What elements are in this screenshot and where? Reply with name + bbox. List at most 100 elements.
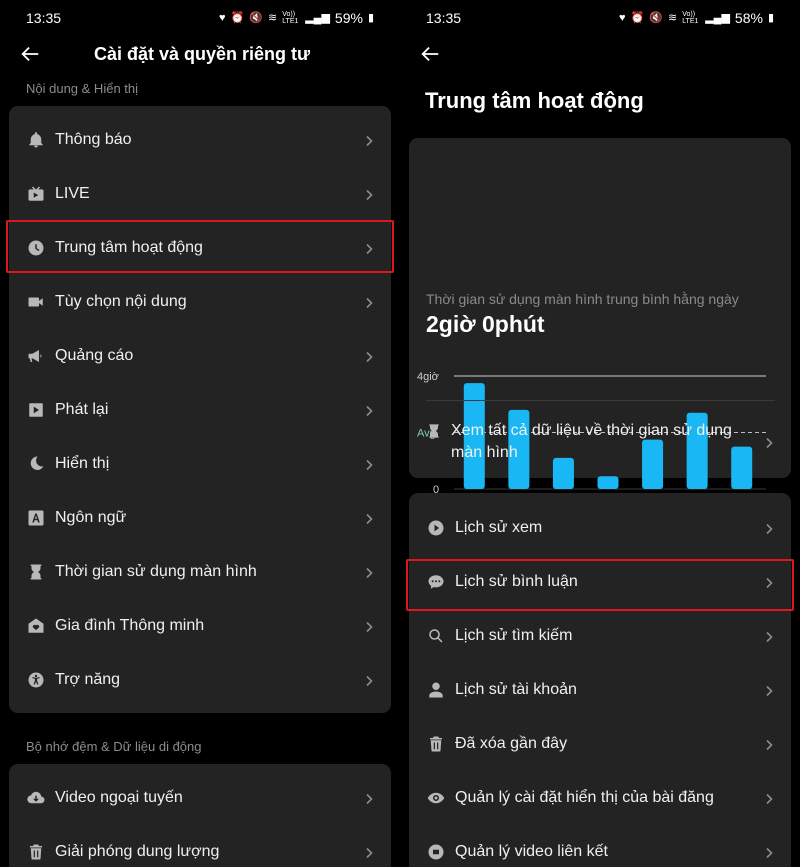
history-item-comments[interactable]: Lịch sử bình luận xyxy=(409,555,791,609)
settings-item-label: Tùy chọn nội dung xyxy=(55,293,187,310)
chevron-right-icon xyxy=(363,674,375,687)
status-icons: ♥ ⏰ 🔇 ≋ Vo)) LTE1 ▂▄▆ 58% ▮ xyxy=(619,10,774,26)
history-item-watch[interactable]: Lịch sử xem xyxy=(409,501,791,555)
settings-item-free-up-space[interactable]: Giải phóng dung lượng xyxy=(9,825,391,867)
settings-item-label: Ngôn ngữ xyxy=(55,509,127,526)
settings-privacy-screen: 13:35 ♥ ⏰ 🔇 ≋ Vo)) LTE1 ▂▄▆ 59% ▮ Cài đặ… xyxy=(0,0,400,867)
status-bar: 13:35 ♥ ⏰ 🔇 ≋ Vo)) LTE1 ▂▄▆ 58% ▮ xyxy=(400,0,800,36)
arrow-left-icon xyxy=(421,46,439,62)
settings-item-label: LIVE xyxy=(55,185,90,202)
storage-card: Video ngoại tuyến Giải phóng dung lượng xyxy=(9,764,391,867)
status-icons: ♥ ⏰ 🔇 ≋ Vo)) LTE1 ▂▄▆ 59% ▮ xyxy=(219,10,374,26)
link-video-icon xyxy=(426,842,446,862)
chevron-right-icon xyxy=(763,846,775,859)
alarm-icon: ⏰ xyxy=(630,11,645,24)
wifi-icon: ≋ xyxy=(667,11,678,24)
hourglass-icon xyxy=(426,422,446,442)
settings-item-label: Gia đình Thông minh xyxy=(55,617,205,634)
heart-icon: ♥ xyxy=(619,11,626,24)
chevron-right-icon xyxy=(763,522,775,535)
settings-card: Thông báo LIVE Trung tâm hoạt động Tùy c… xyxy=(9,106,391,713)
history-item-account[interactable]: Lịch sử tài khoản xyxy=(409,663,791,717)
settings-item-activity-center[interactable]: Trung tâm hoạt động xyxy=(9,221,391,275)
chevron-right-icon xyxy=(763,738,775,751)
settings-item-label: Giải phóng dung lượng xyxy=(55,843,220,860)
history-item-label: Đã xóa gần đây xyxy=(455,735,568,752)
mute-icon: 🔇 xyxy=(249,11,263,24)
chevron-right-icon xyxy=(763,792,775,805)
screen-time-label: Thời gian sử dụng màn hình trung bình hằ… xyxy=(426,291,739,307)
chart-bar xyxy=(597,476,619,489)
eye-icon xyxy=(426,788,446,808)
history-item-post-visibility[interactable]: Quản lý cài đặt hiển thị của bài đăng xyxy=(409,771,791,825)
chevron-right-icon xyxy=(363,620,375,633)
settings-item-label: Thông báo xyxy=(55,131,132,148)
see-all-screen-time-button[interactable]: Xem tất cả dữ liệu về thời gian sử dụng … xyxy=(409,414,791,470)
play-square-icon xyxy=(26,400,46,420)
chevron-right-icon xyxy=(363,188,375,201)
battery-icon: ▮ xyxy=(767,11,774,24)
history-item-label: Quản lý cài đặt hiển thị của bài đăng xyxy=(455,789,714,806)
battery-level: 59% xyxy=(334,10,363,26)
history-item-linked-videos[interactable]: Quản lý video liên kết xyxy=(409,825,791,867)
chevron-right-icon xyxy=(363,242,375,255)
activity-center-screen: 13:35 ♥ ⏰ 🔇 ≋ Vo)) LTE1 ▂▄▆ 58% ▮ Trung … xyxy=(400,0,800,867)
megaphone-icon xyxy=(26,346,46,366)
wifi-icon: ≋ xyxy=(267,11,278,24)
settings-item-family-pairing[interactable]: Gia đình Thông minh xyxy=(9,599,391,653)
language-icon xyxy=(26,508,46,528)
settings-item-playback[interactable]: Phát lại xyxy=(9,383,391,437)
chevron-right-icon xyxy=(363,296,375,309)
chevron-right-icon xyxy=(363,846,375,859)
moon-icon xyxy=(26,454,46,474)
history-item-label: Quản lý video liên kết xyxy=(455,843,608,860)
settings-item-ads[interactable]: Quảng cáo xyxy=(9,329,391,383)
comment-icon xyxy=(426,572,446,592)
history-item-label: Lịch sử bình luận xyxy=(455,573,578,590)
settings-item-notifications[interactable]: Thông báo xyxy=(9,113,391,167)
screen-time-card: Thời gian sử dụng màn hình trung bình hằ… xyxy=(409,138,791,514)
accessibility-icon xyxy=(26,670,46,690)
back-button[interactable] xyxy=(14,38,46,70)
chevron-right-icon xyxy=(363,404,375,417)
settings-item-content-preferences[interactable]: Tùy chọn nội dung xyxy=(9,275,391,329)
network-label: Vo)) LTE1 xyxy=(282,11,299,25)
settings-item-screen-time[interactable]: Thời gian sử dụng màn hình xyxy=(9,545,391,599)
settings-item-live[interactable]: LIVE xyxy=(9,167,391,221)
page-title: Trung tâm hoạt động xyxy=(425,88,644,113)
page-title: Cài đặt và quyền riêng tư xyxy=(94,44,311,64)
trash-icon xyxy=(426,734,446,754)
search-icon xyxy=(426,626,446,646)
settings-item-offline-videos[interactable]: Video ngoại tuyến xyxy=(9,771,391,825)
cloud-download-icon xyxy=(26,788,46,808)
settings-item-label: Phát lại xyxy=(55,401,109,418)
settings-item-label: Quảng cáo xyxy=(55,347,134,364)
battery-level: 58% xyxy=(734,10,763,26)
section-label-content-display: Nội dung & Hiển thị xyxy=(26,81,139,96)
chevron-right-icon xyxy=(363,792,375,805)
clock-icon xyxy=(26,238,46,258)
bell-icon xyxy=(26,130,46,150)
signal-icon: ▂▄▆ xyxy=(305,11,330,24)
settings-item-display[interactable]: Hiển thị xyxy=(9,437,391,491)
screen-time-value: 2giờ 0phút xyxy=(426,311,545,337)
chevron-right-icon xyxy=(763,576,775,589)
heart-icon: ♥ xyxy=(219,11,226,24)
chevron-right-icon xyxy=(363,134,375,147)
settings-item-accessibility[interactable]: Trợ năng xyxy=(9,653,391,707)
video-camera-icon xyxy=(26,292,46,312)
arrow-left-icon xyxy=(21,46,39,62)
settings-item-language[interactable]: Ngôn ngữ xyxy=(9,491,391,545)
history-item-label: Lịch sử tìm kiếm xyxy=(455,627,573,644)
history-item-recently-deleted[interactable]: Đã xóa gần đây xyxy=(409,717,791,771)
trash-icon xyxy=(26,842,46,862)
chevron-right-icon xyxy=(363,458,375,471)
history-item-search[interactable]: Lịch sử tìm kiếm xyxy=(409,609,791,663)
play-circle-icon xyxy=(426,518,446,538)
settings-item-label: Video ngoại tuyến xyxy=(55,789,183,806)
settings-item-label: Hiển thị xyxy=(55,455,110,472)
see-all-label: Xem tất cả dữ liệu về thời gian sử dụng … xyxy=(451,422,732,461)
chevron-right-icon xyxy=(363,566,375,579)
back-button[interactable] xyxy=(414,38,446,70)
y-tick-label: 4giờ xyxy=(417,371,439,383)
